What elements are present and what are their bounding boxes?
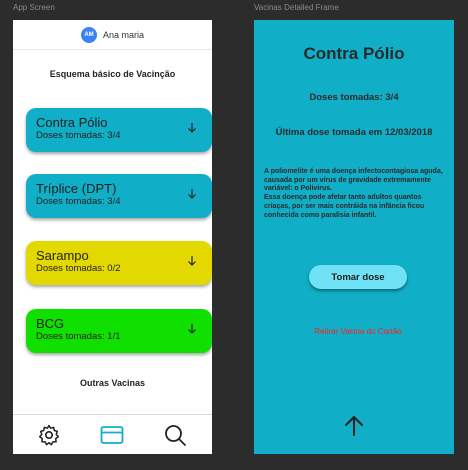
take-dose-button[interactable]: Tomar dose — [309, 265, 407, 289]
app-header: AM Ana maria — [13, 20, 212, 50]
remove-vaccine-link[interactable]: Retirar Vacina do Cartão — [254, 327, 462, 336]
user-name: Ana maria — [102, 29, 145, 40]
arrow-down-icon[interactable] — [186, 188, 198, 200]
app-screen: AM Ana maria Esquema básico de Vacinção … — [13, 20, 212, 454]
arrow-down-icon[interactable] — [186, 122, 198, 134]
vaccine-card-sarampo[interactable]: Sarampo Doses tomadas: 0/2 — [26, 241, 212, 285]
gear-icon[interactable] — [37, 423, 61, 447]
vaccine-doses: Doses tomadas: 3/4 — [36, 130, 121, 141]
card-icon[interactable] — [100, 423, 124, 447]
avatar[interactable]: AM — [80, 26, 97, 43]
vaccine-doses: Doses tomadas: 3/4 — [36, 196, 121, 207]
vaccine-doses: Doses tomadas: 0/2 — [36, 263, 121, 274]
app-screen-label: App Screen — [13, 3, 55, 12]
vaccine-name: Contra Pólio — [36, 115, 108, 130]
description-paragraph: Essa doença pode afetar tanto adultos qu… — [264, 194, 425, 219]
arrow-down-icon[interactable] — [186, 323, 198, 335]
basic-section-title: Esquema básico de Vacinção — [49, 69, 176, 79]
detail-frame: Contra Pólio Doses tomadas: 3/4 Última d… — [254, 20, 454, 454]
other-section-title: Outras Vacinas — [79, 378, 146, 388]
bottom-nav — [13, 414, 212, 454]
vaccine-doses: Doses tomadas: 1/1 — [36, 331, 121, 342]
detail-last-dose: Última dose tomada em 12/03/2018 — [275, 127, 433, 138]
vaccine-card-contra-polio[interactable]: Contra Pólio Doses tomadas: 3/4 — [26, 108, 212, 152]
vaccine-card-triplice[interactable]: Tríplice (DPT) Doses tomadas: 3/4 — [26, 174, 212, 218]
vaccine-name: Tríplice (DPT) — [36, 181, 117, 196]
arrow-up-icon[interactable] — [342, 414, 366, 438]
search-icon[interactable] — [163, 423, 187, 447]
vaccine-card-bcg[interactable]: BCG Doses tomadas: 1/1 — [26, 309, 212, 353]
arrow-down-icon[interactable] — [186, 255, 198, 267]
vaccine-name: BCG — [36, 316, 65, 331]
detail-frame-label: Vacinas Detailed Frame — [254, 3, 339, 12]
vaccine-name: Sarampo — [36, 248, 89, 263]
detail-title: Contra Pólio — [303, 44, 405, 63]
detail-doses: Doses tomadas: 3/4 — [309, 92, 399, 103]
description-paragraph: A poliomelite é uma doença infectocontag… — [264, 168, 443, 193]
detail-description: A poliomelite é uma doença infectocontag… — [264, 168, 448, 220]
